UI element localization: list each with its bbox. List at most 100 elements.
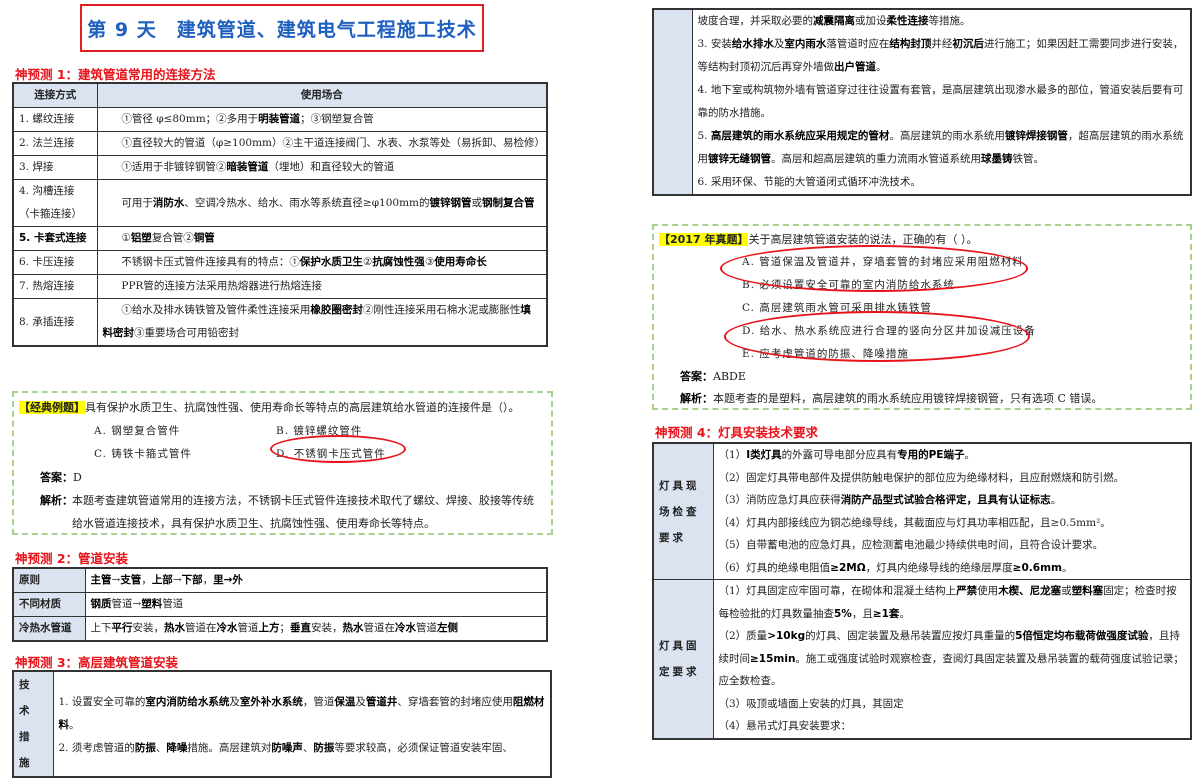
bold-text-run: 5倍恒定均布载荷做强度试验 (1015, 630, 1148, 642)
example-tag: 【经典例题】 (19, 401, 85, 414)
table-row: 4. 沟槽连接（卡箍连接）可用于消防水、空调冷热水、给水、雨水等系统直径≥φ10… (13, 180, 547, 227)
text-run: 。 (69, 719, 80, 731)
text-run: ② (363, 256, 372, 268)
text-run: 安装， (311, 622, 343, 634)
requirement-item: （4）悬吊式灯具安装要求： (719, 715, 1186, 738)
text-run: PPR管的连接方法采用热熔器进行热熔连接 (121, 280, 322, 292)
table-row: 原则主管→支管，上部→下部，里→外 (13, 568, 547, 593)
text-run: （3）消防应急灯具应获得 (719, 494, 841, 506)
text-run: （2）质量 (719, 630, 768, 642)
bold-text-run: Ⅰ类灯具 (746, 449, 781, 461)
text-run: ； (280, 622, 291, 634)
requirement-item: （3）消防应急灯具应获得消防产品型式试验合格评定，且具有认证标志。 (719, 489, 1186, 512)
analysis-text: 本题考查的是塑料，高层建筑的雨水系统应用镀锌焊接钢管，只有选项 C 错误。 (713, 392, 1102, 405)
row-content: 主管→支管，上部→下部，里→外 (85, 568, 547, 593)
text-run: ③重要场合可用铅密封 (134, 327, 239, 339)
left-page: 第 9 天 建筑管道、建筑电气工程施工技术 神预测 1：建筑管道常用的连接方法 … (0, 0, 600, 749)
text-run: 落管道时应在 (826, 38, 889, 50)
text-run: ，灯具内绝缘导线的绝缘层厚度 (866, 562, 1013, 574)
bold-text-run: 钢质 (91, 598, 112, 610)
text-run: 并经 (931, 38, 952, 50)
bold-text-run: 保护水质卫生 (300, 256, 363, 268)
highrise-pipe-table: 技 术 措施 1. 设置安全可靠的室内消防给水系统及室外补水系统，管道保温及管道… (12, 670, 552, 778)
bold-text-run: 钢制复合管 (482, 197, 535, 209)
section-heading-3: 神预测 3：高层建筑管道安装 (15, 652, 178, 671)
text-run: 5. (698, 130, 711, 142)
highrise-pipe-table-continued: 坡度合理，并采取必要的减震隔离或加设柔性连接等措施。3. 安装给水排水及室内雨水… (652, 8, 1192, 196)
bold-text-run: 冷水 (395, 622, 416, 634)
bold-text-run: 塑料塞 (1072, 585, 1104, 597)
usage-cell: PPR管的连接方法采用热熔器进行热熔连接 (97, 275, 547, 299)
row-label: 不同材质 (13, 593, 85, 617)
analysis-label: 解析： (680, 392, 713, 405)
bold-text-run: 主管 (91, 574, 112, 586)
table-row: 灯具固定要求（1）灯具固定应牢固可靠，在砌体和混凝土结构上严禁使用木楔、尼龙塞或… (653, 580, 1191, 739)
bold-text-run: ≥15min (750, 653, 795, 665)
continued-label-cell (653, 9, 692, 195)
bold-text-run: 高层建筑的雨水系统应采用规定的管材 (711, 130, 890, 142)
text-run: 可用于 (121, 197, 153, 209)
text-run: 4. 地下室或构筑物外墙有管道穿过往往设置有套管，是高层建筑出现渗水最多的部位，… (698, 84, 1184, 119)
usage-cell: ①给水及排水铸铁管及管件柔性连接采用橡胶圈密封②刚性连接采用石棉水泥或膨胀性填料… (97, 299, 547, 347)
bold-text-run: 初沉后 (952, 38, 984, 50)
table-row: 7. 热熔连接 PPR管的连接方法采用热熔器进行热熔连接 (13, 275, 547, 299)
text-run: 。高层和超高层建筑的重力流雨水管道系统用 (771, 153, 981, 165)
text-run: 2. 须考虑管道的 (59, 742, 135, 754)
bold-text-run: 暗装管道 (226, 161, 268, 173)
group-items: （1）Ⅰ类灯具的外露可导电部分应具有专用的PE端子。（2）固定灯具带电部件及提供… (713, 443, 1191, 580)
group-items: （1）灯具固定应牢固可靠，在砌体和混凝土结构上严禁使用木楔、尼龙塞或塑料塞固定；… (713, 580, 1191, 739)
text-run: （1） (719, 449, 747, 461)
text-run: ②刚性连接采用石棉水泥或膨胀性 (363, 304, 521, 316)
answer-circle-mark-de (724, 311, 1030, 362)
table-row: 3. 焊接①适用于非镀锌钢管②暗装管道（埋地）和直径较大的管道 (13, 156, 547, 180)
text-run: 的外露可导电部分应具有 (782, 449, 898, 461)
bold-text-run: >10kg (767, 630, 805, 642)
text-run: 不锈钢卡压式管件连接具有的特点：① (121, 256, 300, 268)
method-cell: 7. 热熔连接 (13, 275, 97, 299)
usage-cell: ①直径较大的管道（φ≥100mm）②主干道连接阀门、水表、水泵等处（易拆卸、易检… (97, 132, 547, 156)
measure-item: 6. 采用环保、节能的大管道闭式循环冲洗技术。 (698, 171, 1186, 194)
analysis-text: 本题考查建筑管道常用的连接方法，不锈钢卡压式管件连接技术取代了螺纹、焊接、胶接等… (72, 489, 542, 535)
requirement-item: （4）灯具内部接线应为铜芯绝缘导线，其截面应与灯具功率相匹配，且≥0.5mm²。 (719, 512, 1186, 535)
row-content: 钢质管道→塑料管道 (85, 593, 547, 617)
text-run: 。 (964, 449, 975, 461)
bold-text-run: 垂直 (290, 622, 311, 634)
requirement-item: （2）固定灯具带电部件及提供防触电保护的部位应为绝缘材料，且应耐燃烧和防引燃。 (719, 467, 1186, 490)
bold-text-run: 冷水 (217, 622, 238, 634)
text-run: 等要求较高，必须保证管道安装牢固、 (334, 742, 513, 754)
text-run: （埋地）和直径较大的管道 (268, 161, 394, 173)
text-run: ①直径较大的管道（φ≥100mm）②主干道连接阀门、水表、水泵等处（易拆卸、易检… (121, 137, 545, 149)
bold-text-run: 抗腐蚀性强 (372, 256, 425, 268)
bold-text-run: 左侧 (437, 622, 458, 634)
text-run: 、穿墙套管的封堵应使用 (397, 696, 513, 708)
bold-text-run: 热水 (164, 622, 185, 634)
text-run: 复合管② (152, 232, 194, 244)
text-run: 、 (303, 742, 314, 754)
text-run: 。 (1062, 562, 1073, 574)
bold-text-run: 专用的PE端子 (897, 449, 964, 461)
lamp-install-table: 灯具现场检查要求（1）Ⅰ类灯具的外露可导电部分应具有专用的PE端子。（2）固定灯… (652, 442, 1192, 740)
text-run: 管道 (416, 622, 437, 634)
bold-text-run: 室内雨水 (784, 38, 826, 50)
row-content: 上下平行安装，热水管道在冷水管道上方；垂直安装，热水管道在冷水管道左侧 (85, 617, 547, 642)
bold-text-run: 消防产品型式试验合格评定，且具有认证标志 (841, 494, 1051, 506)
text-run: ， (141, 574, 152, 586)
text-run: → (112, 574, 121, 586)
method-cell: 1. 螺纹连接 (13, 108, 97, 132)
text-run: 等措施。 (929, 15, 971, 27)
answer-circle-mark (270, 435, 406, 463)
text-run: ③ (425, 256, 434, 268)
bold-text-run: 使用寿命长 (434, 256, 487, 268)
bold-text-run: 上方 (259, 622, 280, 634)
connection-methods-table: 连接方式 使用场合 1. 螺纹连接①管径 φ≤80mm；②多用于明装管道；③钢塑… (12, 82, 548, 347)
text-run: 使用 (977, 585, 998, 597)
bold-text-run: 镀锌焊接钢管 (1005, 130, 1068, 142)
page-gap (600, 0, 640, 749)
text-run: 安装， (133, 622, 165, 634)
table-row: 2. 法兰连接①直径较大的管道（φ≥100mm）②主干道连接阀门、水表、水泵等处… (13, 132, 547, 156)
table-row: 6. 卡压连接不锈钢卡压式管件连接具有的特点：①保护水质卫生②抗腐蚀性强③使用寿… (13, 251, 547, 275)
section-heading-1: 神预测 1：建筑管道常用的连接方法 (15, 64, 216, 83)
table-row: 不同材质钢质管道→塑料管道 (13, 593, 547, 617)
text-run: 1. 设置安全可靠的 (59, 696, 146, 708)
analysis-label: 解析： (40, 489, 73, 512)
